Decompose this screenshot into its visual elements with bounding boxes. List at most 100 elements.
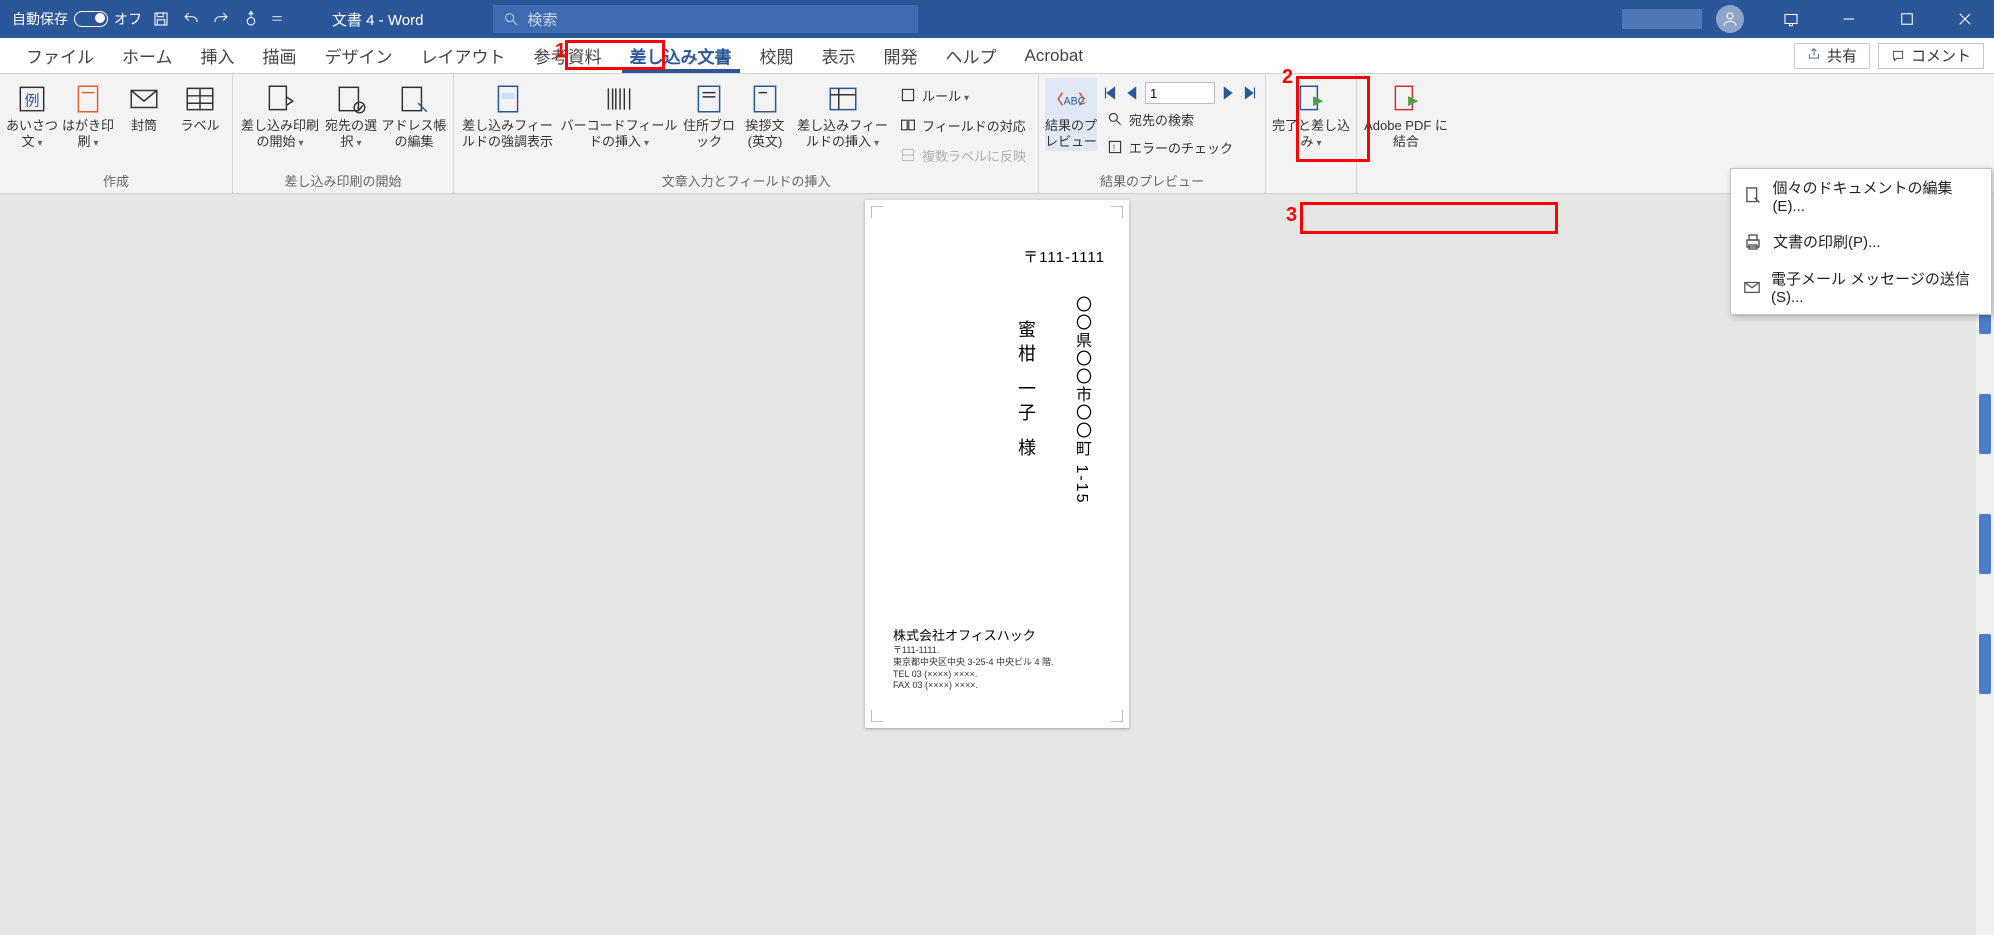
qat-more-icon[interactable] (270, 8, 284, 30)
ribbon-tabs: ファイル ホーム 挿入 描画 デザイン レイアウト 参考資料 差し込み文書 校閲… (0, 38, 1994, 74)
group-write-insert: 差し込みフィールドの強調表示 バーコードフィールドの挿入 住所ブロック 挨拶文(… (454, 74, 1039, 193)
annotation-2: 2 (1282, 66, 1293, 89)
match-fields-button[interactable]: フィールドの対応 (894, 112, 1032, 138)
edit-address-book-button[interactable]: アドレス帳の編集 (381, 78, 447, 151)
start-mail-merge-button[interactable]: 差し込み印刷の開始 (239, 78, 321, 151)
svg-text:ABC: ABC (1064, 95, 1086, 107)
merge-to-pdf-button[interactable]: Adobe PDF に結合 (1363, 78, 1449, 151)
record-navigation (1101, 78, 1259, 104)
postcard-icon (71, 82, 105, 116)
annotation-3: 3 (1286, 204, 1297, 227)
edit-docs-icon (1743, 186, 1762, 206)
first-record-icon[interactable] (1101, 84, 1119, 102)
pdf-icon (1389, 82, 1423, 116)
comment-icon (1891, 49, 1905, 63)
highlight-fields-button[interactable]: 差し込みフィールドの強調表示 (460, 78, 555, 151)
addrblock-icon (692, 82, 726, 116)
envelope-page[interactable]: 〒111-1111 〇〇県〇〇市〇〇町 1-15 蜜柑 一子 様 株式会社オフィ… (865, 200, 1129, 728)
group-acrobat: Adobe PDF に結合 (1357, 74, 1455, 193)
search-box[interactable]: 検索 (493, 5, 918, 33)
group-start-merge: 差し込み印刷の開始 宛先の選択 アドレス帳の編集 差し込み印刷の開始 (233, 74, 454, 193)
menu-edit-individual-docs[interactable]: 個々のドキュメントの編集(E)... (1731, 169, 1991, 223)
greetline-icon (748, 82, 782, 116)
minimize-button[interactable] (1820, 0, 1878, 38)
record-number-input[interactable] (1145, 82, 1215, 104)
search-icon (503, 11, 519, 27)
greeting-line-button[interactable]: 挨拶文(英文) (739, 78, 791, 151)
tab-acrobat[interactable]: Acrobat (1011, 38, 1098, 73)
updatelabels-icon (900, 147, 916, 163)
undo-icon[interactable] (180, 8, 202, 30)
recipients-icon (334, 82, 368, 116)
check-errors-button[interactable]: ! エラーのチェック (1101, 134, 1259, 160)
next-record-icon[interactable] (1219, 84, 1237, 102)
autosave-toggle[interactable]: 自動保存 オフ (12, 9, 142, 29)
preview-icon: ABC (1054, 82, 1088, 116)
finish-merge-menu: 個々のドキュメントの編集(E)... 文書の印刷(P)... 電子メール メッセ… (1730, 168, 1992, 315)
select-recipients-button[interactable]: 宛先の選択 (325, 78, 377, 151)
preview-results-button[interactable]: ABC 結果のプレビュー (1045, 78, 1097, 151)
ribbon-display-options[interactable] (1762, 0, 1820, 38)
envelope-button[interactable]: 封筒 (118, 78, 170, 134)
account-name-placeholder[interactable] (1622, 9, 1702, 29)
svg-text:!: ! (1113, 143, 1116, 154)
highlight-icon (491, 82, 525, 116)
greeting-text-button[interactable]: 例 あいさつ文 (6, 78, 58, 151)
save-icon[interactable] (150, 8, 172, 30)
postcard-print-button[interactable]: はがき印刷 (62, 78, 114, 151)
barcode-field-button[interactable]: バーコードフィールドの挿入 (559, 78, 679, 151)
annotation-1: 1 (555, 40, 566, 63)
rules-icon (900, 87, 916, 103)
greeting-icon: 例 (15, 82, 49, 116)
tab-review[interactable]: 校閲 (746, 38, 808, 73)
tab-references[interactable]: 参考資料 (520, 38, 616, 73)
tab-design[interactable]: デザイン (311, 38, 407, 73)
print-docs-icon (1743, 232, 1763, 252)
finish-icon (1294, 82, 1328, 116)
menu-send-email[interactable]: 電子メール メッセージの送信(S)... (1731, 260, 1991, 314)
svg-text:例: 例 (25, 92, 40, 109)
insert-merge-field-button[interactable]: 差し込みフィールドの挿入 (795, 78, 890, 151)
group-finish: 完了と差し込み (1266, 74, 1357, 193)
group-preview: ABC 結果のプレビュー 宛先の検索 ! エラーのチェック (1039, 74, 1266, 193)
match-icon (900, 117, 916, 133)
email-icon (1743, 277, 1761, 297)
tab-developer[interactable]: 開発 (870, 38, 932, 73)
document-title: 文書 4 - Word (332, 9, 423, 30)
tab-help[interactable]: ヘルプ (932, 38, 1011, 73)
toggle-icon (74, 11, 108, 27)
tab-mailings[interactable]: 差し込み文書 (616, 38, 746, 73)
close-button[interactable] (1936, 0, 1994, 38)
menu-print-documents[interactable]: 文書の印刷(P)... (1731, 223, 1991, 260)
tab-view[interactable]: 表示 (808, 38, 870, 73)
recipient-name: 蜜柑 一子 様 (1013, 320, 1039, 462)
title-bar: 自動保存 オフ 文書 4 - Word 検索 (0, 0, 1994, 38)
sender-block: 株式会社オフィスハック 〒111-1111. 東京都中央区中央 3-25-4 中… (893, 628, 1054, 692)
addressbook-icon (397, 82, 431, 116)
insertfield-icon (826, 82, 860, 116)
tab-layout[interactable]: レイアウト (407, 38, 520, 73)
recipient-postal: 〒111-1111 (1023, 246, 1105, 267)
find-recipient-button[interactable]: 宛先の検索 (1101, 106, 1259, 132)
labels-button[interactable]: ラベル (174, 78, 226, 134)
address-block-button[interactable]: 住所ブロック (683, 78, 735, 151)
touch-mode-icon[interactable] (240, 8, 262, 30)
share-icon (1807, 47, 1821, 65)
maximize-button[interactable] (1878, 0, 1936, 38)
account-avatar[interactable] (1716, 5, 1744, 33)
tab-insert[interactable]: 挿入 (187, 38, 249, 73)
comment-button[interactable]: コメント (1878, 43, 1984, 69)
redo-icon[interactable] (210, 8, 232, 30)
tab-home[interactable]: ホーム (108, 38, 187, 73)
prev-record-icon[interactable] (1123, 84, 1141, 102)
share-button[interactable]: 共有 (1794, 43, 1870, 69)
tab-draw[interactable]: 描画 (249, 38, 311, 73)
document-canvas: 〒111-1111 〇〇県〇〇市〇〇町 1-15 蜜柑 一子 様 株式会社オフィ… (0, 194, 1994, 935)
ribbon: 例 あいさつ文 はがき印刷 封筒 ラベル 作成 差し込み印刷の開始 (0, 74, 1994, 194)
rules-button[interactable]: ルール (894, 82, 1032, 108)
find-icon (1107, 111, 1123, 127)
tab-file[interactable]: ファイル (12, 38, 108, 73)
update-labels-button: 複数ラベルに反映 (894, 142, 1032, 168)
start-merge-icon (263, 82, 297, 116)
last-record-icon[interactable] (1241, 84, 1259, 102)
